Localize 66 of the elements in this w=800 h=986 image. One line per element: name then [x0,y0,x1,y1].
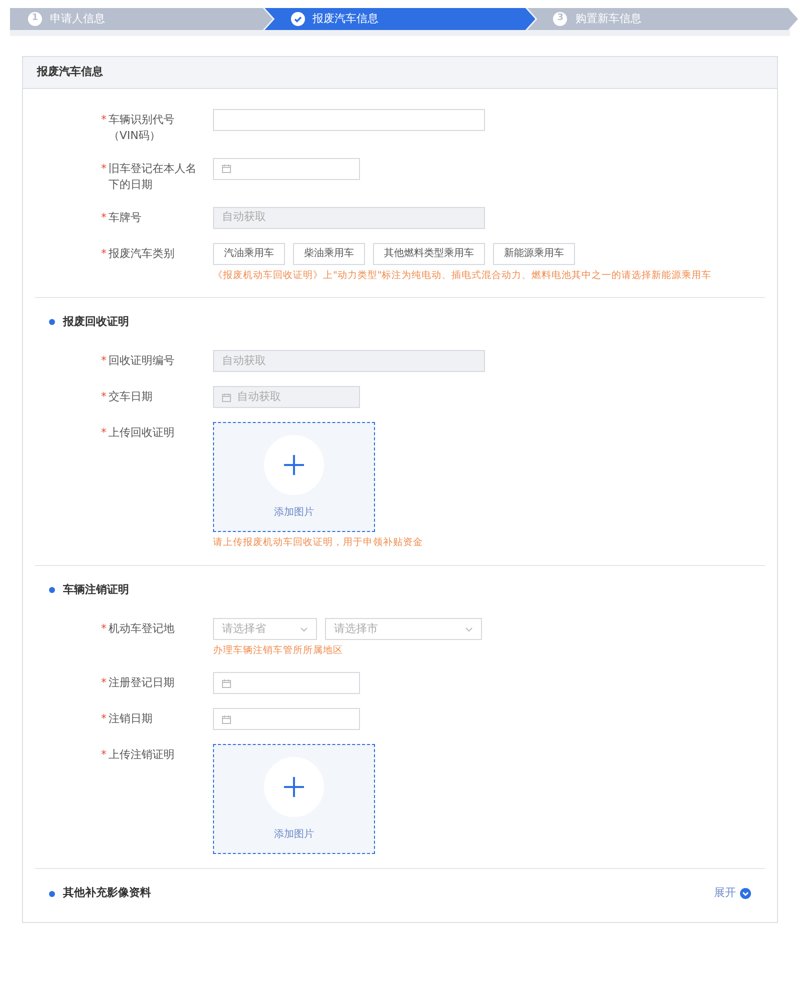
option-button[interactable]: 新能源乘用车 [493,242,575,264]
check-icon [290,12,305,26]
field-label: 机动车登记地 [108,621,174,637]
calendar-icon [222,164,231,173]
input-field: 自动获取 [213,206,485,228]
required-mark: * [101,160,106,176]
chevron-down-icon [300,626,308,632]
date-field[interactable] [213,672,360,694]
required-mark: * [101,210,106,226]
step-label: 购置新车信息 [575,10,642,27]
field-label: 回收证明编号 [108,353,174,370]
expand-toggle[interactable]: 展开 [714,885,751,902]
card-header: 报废汽车信息 [23,57,777,88]
date-field: 自动获取 [213,386,360,408]
field-label: 车辆识别代号（VIN码） [108,112,176,144]
field-label: 报废汽车类别 [108,246,174,262]
step-label: 申请人信息 [50,10,105,27]
chevron-down-icon [465,626,473,632]
required-mark: * [101,711,106,728]
hint-text: 《报废机动车回收证明》上"动力类型"标注为纯电动、插电式混合动力、燃料电池其中之一的请选择新能源乘用车 [213,268,712,282]
required-mark: * [101,112,106,128]
option-button[interactable]: 其他燃料类型乘用车 [373,242,485,264]
select-field[interactable]: 请选择省 [213,618,317,640]
section-title: 车辆注销证明 [63,582,129,598]
date-field[interactable] [213,708,360,730]
calendar-icon [222,714,231,724]
option-button[interactable]: 柴油乘用车 [293,242,365,264]
plus-icon [284,454,304,475]
required-mark: * [101,425,106,442]
required-mark: * [101,621,106,637]
step-tab[interactable]: 报废汽车信息 [264,8,536,30]
calendar-icon [222,392,231,402]
step-label: 报废汽车信息 [312,10,379,27]
select-field[interactable]: 请选择市 [325,618,482,640]
chevron-down-icon [740,888,751,899]
section-title: 其他补充影像资料 [63,885,151,902]
field-label: 交车日期 [108,389,152,406]
section-title: 报废回收证明 [63,314,129,330]
bullet-icon [49,890,55,896]
step-number: 3 [553,12,568,26]
step-tab[interactable]: 1 申请人信息 [10,8,273,30]
plus-icon [284,776,304,797]
hint-text: 办理车辆注销车管所所属地区 [213,644,344,658]
field-label: 注销日期 [108,711,152,728]
required-mark: * [101,246,106,262]
bullet-icon [49,586,55,593]
option-button[interactable]: 汽油乘用车 [213,242,285,264]
bullet-icon [49,319,55,325]
field-label: 上传注销证明 [108,747,174,764]
input-field: 自动获取 [213,350,485,372]
step-number: 1 [28,12,42,26]
upload-area[interactable]: 添加图片 [213,422,375,532]
required-mark: * [101,389,106,406]
field-label: 上传回收证明 [108,425,174,442]
required-mark: * [101,353,106,370]
calendar-icon [222,678,231,688]
field-label: 注册登记日期 [108,675,174,692]
field-label: 旧车登记在本人名下的日期 [108,160,198,192]
date-field[interactable] [213,158,360,180]
hint-text: 请上传报废机动车回收证明，用于申领补贴资金 [213,536,423,550]
required-mark: * [101,675,106,692]
field-label: 车牌号 [108,210,142,226]
required-mark: * [101,747,106,764]
upload-area[interactable]: 添加图片 [213,744,375,854]
input-field[interactable] [213,108,485,130]
step-tab[interactable]: 3 购置新车信息 [527,8,798,30]
